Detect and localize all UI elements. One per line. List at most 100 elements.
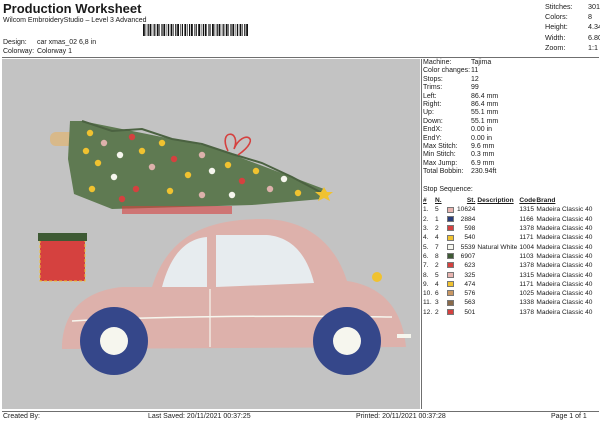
barcode-bar <box>244 24 246 36</box>
barcode-bar <box>202 24 204 36</box>
cell-code: 1025 <box>519 290 535 298</box>
ornament <box>166 187 174 195</box>
christmas-tree <box>68 121 324 209</box>
front-hubcap <box>100 327 128 355</box>
barcode-bar <box>166 24 168 36</box>
barcode-bar <box>177 24 179 36</box>
barcode-bar <box>175 24 177 36</box>
cell-num: 6. <box>423 252 429 260</box>
ornament <box>116 151 124 159</box>
barcode-bar <box>246 24 248 36</box>
cell-st: 563 <box>464 299 476 307</box>
barcode-bar <box>187 24 188 36</box>
barcode-bar <box>212 24 214 36</box>
ornament <box>266 185 274 193</box>
cell-n: 4 <box>435 234 439 242</box>
cell-num: 5. <box>423 243 429 251</box>
cell-desc: Natural White <box>477 243 518 251</box>
ornament <box>110 173 118 181</box>
colorway-value: Colorway 1 <box>36 48 72 55</box>
info-row: Min Stitch: 0.3 mm <box>423 151 495 159</box>
table-row: 3. 2 598 1378 Madeira Classic 40 <box>423 224 592 233</box>
ornament <box>128 133 136 141</box>
info-row: Max Jump: 6.9 mm <box>423 159 495 167</box>
cell-desc <box>477 298 519 307</box>
barcode-bar <box>149 24 152 36</box>
barcode-bar <box>235 24 237 36</box>
cell-num: 1. <box>423 206 429 214</box>
cell-brand: Madeira Classic 40 <box>536 225 593 233</box>
stat-height: Height:4.34 in <box>545 22 600 32</box>
barcode-bar <box>230 24 232 36</box>
rear-hubcap <box>333 327 361 355</box>
table-row: 5. 7 5539 Natural White 1004 Madeira Classic … <box>423 242 592 251</box>
summary-stats: Stitches:30156 Colors:8 Height:4.34 in W… <box>545 2 600 53</box>
cell-n: 2 <box>435 225 439 233</box>
created-by: Created By: <box>3 413 40 420</box>
cell-code: 1315 <box>519 271 535 279</box>
cell-desc <box>477 261 519 270</box>
barcode-bar <box>159 24 160 36</box>
cell-n: 7 <box>435 243 439 251</box>
cell-brand: Madeira Classic 40 <box>536 262 593 270</box>
cell-num: 11. <box>423 299 432 307</box>
bumper <box>397 334 411 338</box>
info-row: Down: 55.1 mm <box>423 117 499 125</box>
cell-code: 1004 <box>519 243 535 251</box>
table-row: 9. 4 474 1171 Madeira Classic 40 <box>423 280 592 289</box>
cell-brand: Madeira Classic 40 <box>536 206 593 214</box>
design-preview <box>2 59 420 409</box>
color-swatch <box>447 215 454 222</box>
cell-code: 1378 <box>519 308 535 316</box>
printed-date: Printed: 20/11/2021 00:37:28 <box>356 413 446 420</box>
barcode-bar <box>228 24 229 36</box>
cell-code: 1378 <box>519 225 535 233</box>
barcode-bar <box>195 24 197 36</box>
barcode-bar <box>152 24 154 36</box>
cell-num: 10. <box>423 290 433 298</box>
info-row: Trims: 99 <box>423 84 479 92</box>
barcode-bar <box>232 24 235 36</box>
barcode-bar <box>180 24 181 36</box>
footer-divider <box>2 411 599 412</box>
worksheet-title: Production Worksheet <box>3 1 142 16</box>
design-label: Design: <box>3 39 27 46</box>
barcode-bar <box>143 24 145 36</box>
barcode-bar <box>214 24 216 36</box>
barcode-bar <box>184 24 187 36</box>
page-number: Page 1 of 1 <box>551 413 587 420</box>
stat-zoom: Zoom: 1:1 <box>545 42 598 52</box>
cell-brand: Madeira Classic 40 <box>536 215 593 223</box>
color-swatch <box>447 262 454 269</box>
tree-bow <box>224 133 252 156</box>
barcode-bar <box>204 24 207 36</box>
cell-code: 1171 <box>519 280 534 288</box>
color-swatch <box>447 253 454 260</box>
colorway-label: Colorway: <box>3 48 35 55</box>
gift-box <box>40 239 85 281</box>
cell-st: 576 <box>464 290 476 298</box>
color-swatch <box>447 308 454 315</box>
cell-st: 540 <box>464 234 476 242</box>
table-row: 7. 2 623 1378 Madeira Classic 40 <box>423 261 592 270</box>
cell-brand: Madeira Classic 40 <box>536 280 593 288</box>
table-row: 8. 5 325 1315 Madeira Classic 40 <box>423 270 592 279</box>
cell-desc <box>477 224 519 233</box>
car-tree-embroidery <box>38 120 411 375</box>
cell-brand: Madeira Classic 40 <box>536 308 593 316</box>
cell-num: 7. <box>423 262 429 270</box>
design-value: car xmas_02 6,8 in <box>36 39 97 46</box>
cell-code: 1338 <box>519 299 535 307</box>
ornament <box>138 147 146 155</box>
stop-sequence-title: Stop Sequence: <box>423 186 473 193</box>
table-row: 2. 1 2884 1166 Madeira Classic 40 <box>423 215 592 224</box>
roof-rack <box>122 206 232 214</box>
cell-desc <box>477 270 519 279</box>
cell-brand: Madeira Classic 40 <box>536 271 593 279</box>
barcode-bar <box>145 24 147 36</box>
color-swatch <box>447 290 454 297</box>
cell-st: 501 <box>464 308 476 316</box>
ornament <box>252 167 260 175</box>
cell-code: 1378 <box>519 262 535 270</box>
cell-desc <box>477 289 519 298</box>
